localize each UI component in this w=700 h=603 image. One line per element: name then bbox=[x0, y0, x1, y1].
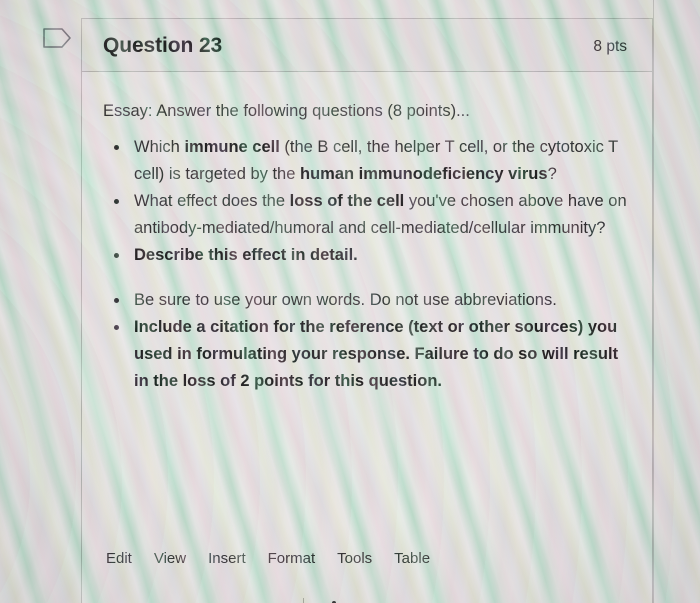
bullet-loss-of-cell: What effect does the loss of the cell yo… bbox=[103, 188, 631, 242]
menu-view[interactable]: View bbox=[154, 550, 186, 567]
question-header: Question 23 8 pts bbox=[82, 19, 652, 72]
bullet-text-run: What effect does the bbox=[134, 192, 290, 210]
question-card: Question 23 8 pts Essay: Answer the foll… bbox=[81, 18, 653, 603]
bullet-text-run: Which bbox=[134, 138, 185, 156]
bullet-text-run: Describe this effect in detail. bbox=[134, 246, 358, 264]
toolbar-divider bbox=[302, 598, 304, 603]
bullet-text-run: loss of the cell bbox=[289, 192, 405, 210]
bullet-text-run: immune cell bbox=[184, 138, 280, 156]
menu-table[interactable]: Table bbox=[394, 550, 430, 567]
menu-tools[interactable]: Tools bbox=[337, 550, 372, 567]
bullet-text-run: Include a citation for the reference (te… bbox=[134, 318, 619, 390]
bullet-immune-cell: Which immune cell (the B cell, the helpe… bbox=[103, 134, 631, 188]
menu-format[interactable]: Format bbox=[268, 550, 316, 567]
page-right-rule bbox=[653, 0, 654, 603]
question-points: 8 pts bbox=[593, 38, 627, 55]
question-title: Question 23 bbox=[103, 34, 223, 57]
editor-toolbar: 12pt Paragraph bbox=[106, 598, 336, 603]
bullet-text-run: Be sure to use your own words. Do not us… bbox=[134, 291, 557, 309]
bullet-own-words: Be sure to use your own words. Do not us… bbox=[103, 287, 631, 314]
bullet-describe-effect: Describe this effect in detail. bbox=[103, 242, 631, 269]
menu-edit[interactable]: Edit bbox=[106, 550, 132, 567]
screenshot-root: Question 23 8 pts Essay: Answer the foll… bbox=[0, 0, 700, 603]
bullet-citation: Include a citation for the reference (te… bbox=[103, 314, 631, 395]
menu-insert[interactable]: Insert bbox=[208, 550, 246, 567]
question-body: Essay: Answer the following questions (8… bbox=[82, 72, 652, 603]
bullet-text-run: ? bbox=[547, 165, 557, 183]
question-bullet-list: Which immune cell (the B cell, the helpe… bbox=[103, 134, 631, 395]
tag-outline-icon bbox=[42, 27, 72, 49]
essay-prompt: Essay: Answer the following questions (8… bbox=[103, 102, 470, 120]
editor-menubar: Edit View Insert Format Tools Table bbox=[106, 550, 430, 567]
bullet-text-run: human immunodeficiency virus bbox=[300, 165, 548, 183]
